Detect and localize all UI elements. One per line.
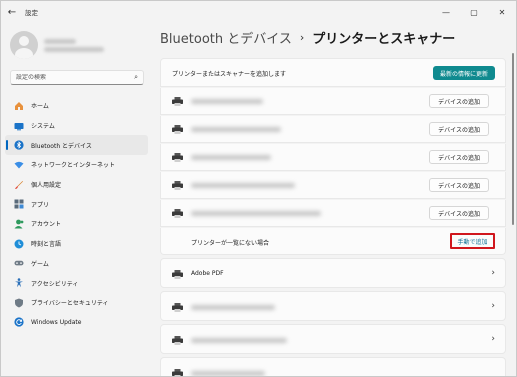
add-printer-label: プリンターまたはスキャナーを追加します: [172, 71, 287, 78]
profile-info-blurred: [44, 36, 104, 55]
printer-icon: [172, 303, 183, 312]
refresh-button[interactable]: 最新の情報に更新: [432, 66, 495, 80]
sidebar-item-windows-update[interactable]: Windows Update: [5, 313, 148, 333]
main-content: Bluetooth とデバイス › プリンターとスキャナー プリンターまたはスキ…: [151, 23, 516, 376]
sidebar-item-network[interactable]: ネットワークとインターネット: [5, 155, 148, 175]
close-icon[interactable]: ✕: [488, 1, 516, 23]
add-manually-button[interactable]: 手動で追加: [450, 233, 495, 249]
search-icon[interactable]: ⌕: [134, 73, 138, 82]
add-device-button[interactable]: デバイスの追加: [429, 94, 489, 108]
sidebar-item-label: アカウント: [31, 221, 62, 229]
avatar: [10, 31, 38, 59]
printer-name-blurred: [191, 211, 321, 216]
printer-icon: [172, 153, 183, 162]
minimize-icon[interactable]: —: [432, 1, 460, 23]
discovered-printer-row: デバイスの追加: [160, 88, 506, 115]
device-item-adobe-pdf[interactable]: Adobe PDF ›: [160, 258, 506, 288]
manual-add-row: プリンターが一覧にない場合 手動で追加: [160, 228, 506, 255]
globe-clock-icon: [14, 239, 24, 249]
printer-name-blurred: [191, 183, 295, 188]
settings-window: ← 設定 — ▢ ✕ ⌕ ホーム: [0, 0, 517, 377]
home-icon: [14, 101, 24, 111]
device-name-blurred: [191, 305, 275, 310]
sidebar-item-label: Windows Update: [31, 318, 82, 326]
discovered-printer-row: デバイスの追加: [160, 116, 506, 143]
device-name: Adobe PDF: [191, 270, 224, 277]
update-icon: [14, 317, 24, 328]
window-controls: — ▢ ✕: [432, 1, 516, 23]
sidebar-item-accessibility[interactable]: アクセシビリティ: [5, 273, 148, 293]
add-device-button[interactable]: デバイスの追加: [429, 206, 489, 220]
printer-icon: [172, 209, 183, 218]
breadcrumb: Bluetooth とデバイス › プリンターとスキャナー: [160, 28, 455, 47]
printer-name-blurred: [191, 99, 263, 104]
sidebar-item-apps[interactable]: アプリ: [5, 194, 148, 214]
printer-icon: [172, 369, 183, 376]
printer-icon: [172, 270, 183, 279]
sidebar-nav: ホーム システム Bluetooth とデバイス ネットワークとインターネット: [5, 96, 148, 332]
brush-icon: [14, 180, 24, 190]
sidebar-item-bluetooth[interactable]: Bluetooth とデバイス: [5, 135, 148, 156]
printer-not-listed-label: プリンターが一覧にない場合: [191, 240, 270, 247]
device-item[interactable]: ›: [160, 324, 506, 354]
sidebar-item-accounts[interactable]: アカウント: [5, 214, 148, 234]
chevron-right-icon: ›: [491, 301, 495, 311]
sidebar-item-label: システム: [31, 123, 55, 131]
sidebar-item-label: Bluetooth とデバイス: [31, 142, 92, 150]
printer-icon: [172, 181, 183, 190]
sidebar: ⌕ ホーム システム Bluetooth とデバイス: [1, 23, 151, 376]
printer-name-blurred: [191, 155, 271, 160]
breadcrumb-parent[interactable]: Bluetooth とデバイス: [160, 28, 292, 47]
discovered-printer-row: デバイスの追加: [160, 200, 506, 227]
device-item[interactable]: [160, 357, 506, 376]
sidebar-item-time-language[interactable]: 時刻と言語: [5, 234, 148, 254]
chevron-right-icon: ›: [491, 268, 495, 278]
printer-icon: [172, 336, 183, 345]
apps-icon: [14, 199, 24, 209]
back-arrow-icon[interactable]: ←: [1, 1, 23, 23]
device-name-blurred: [191, 371, 265, 376]
add-device-button[interactable]: デバイスの追加: [429, 178, 489, 192]
sidebar-item-label: ゲーム: [31, 260, 49, 268]
add-device-button[interactable]: デバイスの追加: [429, 122, 489, 136]
sidebar-item-label: アクセシビリティ: [31, 280, 79, 288]
discovered-printer-row: デバイスの追加: [160, 144, 506, 171]
accessibility-icon: [14, 278, 24, 288]
add-printer-header: プリンターまたはスキャナーを追加します 最新の情報に更新: [160, 58, 506, 87]
printer-name-blurred: [191, 127, 281, 132]
sidebar-item-privacy[interactable]: プライバシーとセキュリティ: [5, 293, 148, 313]
printer-icon: [172, 125, 183, 134]
device-name-blurred: [191, 338, 287, 343]
scrollbar[interactable]: [512, 53, 514, 225]
sidebar-item-personalization[interactable]: 個人用設定: [5, 175, 148, 195]
sidebar-item-label: 時刻と言語: [31, 241, 62, 249]
printer-icon: [172, 97, 183, 106]
sidebar-item-label: ネットワークとインターネット: [31, 162, 116, 170]
search-input[interactable]: [16, 74, 135, 81]
gamepad-icon: [14, 258, 24, 268]
bluetooth-icon: [14, 140, 24, 150]
title-bar: ← 設定 — ▢ ✕: [1, 1, 516, 23]
system-icon: [14, 121, 24, 131]
sidebar-item-label: アプリ: [31, 201, 50, 209]
page-title: プリンターとスキャナー: [312, 32, 456, 47]
account-icon: [14, 219, 24, 229]
sidebar-item-label: 個人用設定: [31, 182, 62, 190]
sidebar-item-label: ホーム: [31, 103, 49, 111]
sidebar-item-gaming[interactable]: ゲーム: [5, 254, 148, 274]
search-box[interactable]: ⌕: [10, 70, 144, 85]
discovered-printer-row: デバイスの追加: [160, 172, 506, 199]
maximize-icon[interactable]: ▢: [460, 1, 488, 23]
chevron-right-icon: ›: [491, 334, 495, 344]
add-device-button[interactable]: デバイスの追加: [429, 150, 489, 164]
device-item[interactable]: ›: [160, 291, 506, 321]
shield-icon: [14, 298, 24, 308]
breadcrumb-separator: ›: [299, 31, 305, 44]
user-profile[interactable]: [10, 31, 104, 59]
sidebar-item-label: プライバシーとセキュリティ: [31, 300, 109, 308]
sidebar-item-system[interactable]: システム: [5, 116, 148, 136]
network-icon: [14, 160, 24, 170]
sidebar-item-home[interactable]: ホーム: [5, 96, 148, 116]
app-title: 設定: [25, 9, 38, 17]
